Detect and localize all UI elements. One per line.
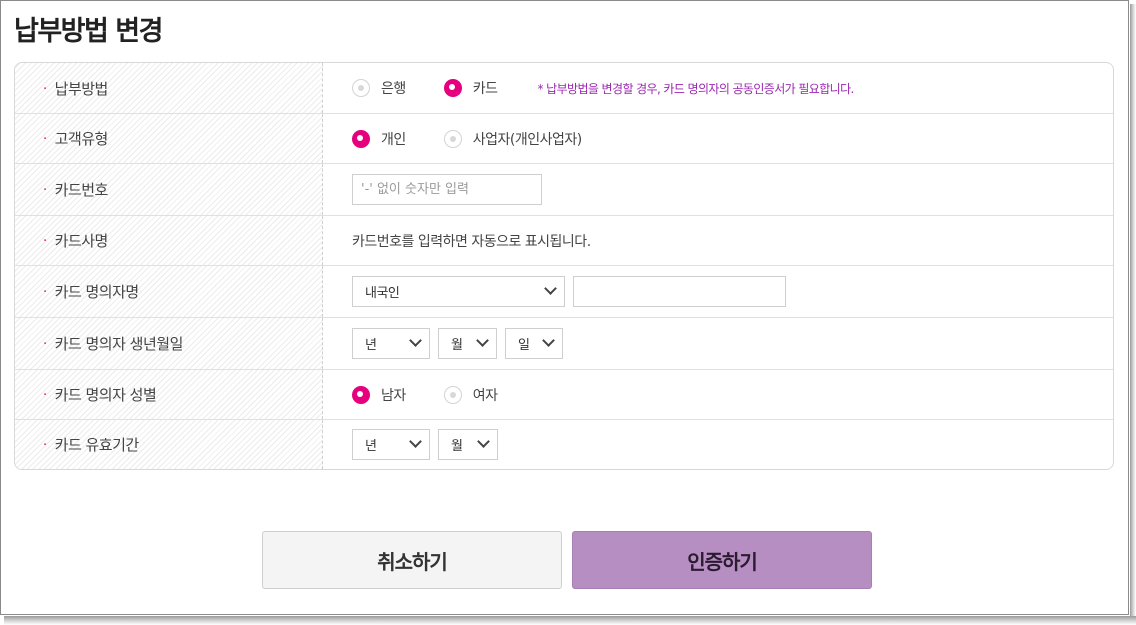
row-header: · 카드 유효기간 bbox=[15, 420, 323, 469]
expiry-month-select[interactable]: 월 bbox=[438, 429, 498, 460]
chevron-down-icon bbox=[409, 435, 422, 448]
window-shadow-right bbox=[1130, 4, 1136, 625]
row-content: 남자 여자 bbox=[323, 370, 1113, 419]
row-header: · 고객유형 bbox=[15, 114, 323, 163]
bullet-icon: · bbox=[43, 438, 47, 453]
select-value: 내국인 bbox=[365, 286, 400, 301]
row-card-holder-name: · 카드 명의자명 내국인 bbox=[15, 265, 1113, 317]
row-content: 은행 카드 * 납부방법을 변경할 경우, 카드 명의자의 공동인증서가 필요합… bbox=[323, 63, 1113, 113]
radio-label: 개인 bbox=[381, 131, 406, 148]
row-label: 카드 명의자 성별 bbox=[54, 386, 157, 404]
radio-card[interactable]: 카드 bbox=[443, 78, 498, 98]
radio-business[interactable]: 사업자(개인사업자) bbox=[443, 129, 582, 149]
row-card-holder-birth: · 카드 명의자 생년월일 년 월 일 bbox=[15, 317, 1113, 369]
radio-selected-icon bbox=[352, 129, 370, 148]
birth-month-select[interactable]: 월 bbox=[438, 328, 497, 359]
row-payment-method: · 납부방법 은행 카드 * 납부방법을 변경할 경우, 카드 명의자의 공동인… bbox=[15, 63, 1113, 113]
row-header: · 카드 명의자 성별 bbox=[15, 370, 323, 419]
row-card-expiry: · 카드 유효기간 년 월 bbox=[15, 419, 1113, 469]
radio-individual[interactable]: 개인 bbox=[352, 129, 406, 149]
card-holder-name-input[interactable] bbox=[573, 276, 786, 307]
card-number-input[interactable] bbox=[352, 174, 542, 205]
radio-male[interactable]: 남자 bbox=[352, 385, 406, 405]
row-header: · 카드 명의자 생년월일 bbox=[15, 318, 323, 369]
birth-year-select[interactable]: 년 bbox=[352, 328, 430, 359]
radio-circle-icon bbox=[443, 385, 462, 404]
row-customer-type: · 고객유형 개인 사업자(개인사업자) bbox=[15, 113, 1113, 163]
row-content: 년 월 일 bbox=[323, 318, 1113, 369]
radio-label: 사업자(개인사업자) bbox=[472, 131, 582, 148]
select-value: 일 bbox=[518, 338, 530, 353]
card-company-text: 카드번호를 입력하면 자동으로 표시됩니다. bbox=[352, 233, 591, 250]
chevron-down-icon bbox=[476, 334, 489, 347]
bullet-icon: · bbox=[43, 81, 47, 97]
row-label: 카드번호 bbox=[54, 181, 109, 199]
row-card-company: · 카드사명 카드번호를 입력하면 자동으로 표시됩니다. bbox=[15, 215, 1113, 265]
chevron-down-icon bbox=[544, 282, 557, 295]
expiry-year-select[interactable]: 년 bbox=[352, 429, 430, 460]
row-header: · 카드사명 bbox=[15, 216, 323, 265]
row-card-holder-gender: · 카드 명의자 성별 남자 여자 bbox=[15, 369, 1113, 419]
select-value: 년 bbox=[365, 338, 377, 353]
bullet-icon: · bbox=[43, 388, 47, 403]
page-title: 납부방법 변경 bbox=[14, 16, 163, 47]
payment-form: · 납부방법 은행 카드 * 납부방법을 변경할 경우, 카드 명의자의 공동인… bbox=[14, 62, 1114, 470]
row-content: 내국인 bbox=[323, 266, 1113, 317]
row-header: · 납부방법 bbox=[15, 63, 323, 113]
bullet-icon: · bbox=[43, 337, 47, 352]
row-content: 년 월 bbox=[323, 420, 1113, 469]
bullet-icon: · bbox=[43, 285, 47, 300]
bullet-icon: · bbox=[43, 183, 47, 198]
select-value: 년 bbox=[365, 439, 377, 454]
radio-bank[interactable]: 은행 bbox=[352, 78, 406, 98]
radio-circle-icon bbox=[443, 129, 462, 148]
bullet-icon: · bbox=[43, 132, 47, 147]
payment-method-note: * 납부방법을 변경할 경우, 카드 명의자의 공동인증서가 필요합니다. bbox=[537, 81, 855, 96]
row-label: 카드 명의자 생년월일 bbox=[54, 335, 184, 353]
select-value: 월 bbox=[451, 338, 463, 353]
row-card-number: · 카드번호 bbox=[15, 163, 1113, 215]
row-label: 카드 명의자명 bbox=[54, 283, 140, 301]
radio-label: 은행 bbox=[381, 81, 406, 97]
row-content: 개인 사업자(개인사업자) bbox=[323, 114, 1113, 163]
window-shadow-bottom bbox=[4, 616, 1136, 625]
row-label: 고객유형 bbox=[54, 130, 109, 148]
row-header: · 카드 명의자명 bbox=[15, 266, 323, 317]
radio-label: 남자 bbox=[381, 387, 406, 404]
radio-selected-icon bbox=[352, 385, 370, 404]
radio-label: 카드 bbox=[472, 81, 498, 97]
row-content bbox=[323, 164, 1113, 215]
cancel-button[interactable]: 취소하기 bbox=[262, 531, 562, 589]
dialog-window: 납부방법 변경 · 납부방법 은행 카드 * 납부방법을 변경할 경우, 카드 … bbox=[0, 0, 1129, 615]
nationality-select[interactable]: 내국인 bbox=[352, 276, 565, 307]
radio-circle-icon bbox=[352, 79, 370, 97]
radio-label: 여자 bbox=[472, 387, 498, 404]
row-header: · 카드번호 bbox=[15, 164, 323, 215]
select-value: 월 bbox=[451, 439, 463, 454]
chevron-down-icon bbox=[409, 334, 422, 347]
row-content: 카드번호를 입력하면 자동으로 표시됩니다. bbox=[323, 216, 1113, 265]
birth-day-select[interactable]: 일 bbox=[505, 328, 563, 359]
row-label: 납부방법 bbox=[54, 79, 109, 98]
bullet-icon: · bbox=[43, 234, 47, 249]
chevron-down-icon bbox=[477, 435, 490, 448]
authenticate-button[interactable]: 인증하기 bbox=[572, 531, 872, 589]
radio-selected-icon bbox=[443, 79, 462, 97]
row-label: 카드 유효기간 bbox=[54, 436, 140, 454]
chevron-down-icon bbox=[542, 334, 555, 347]
radio-female[interactable]: 여자 bbox=[443, 385, 498, 405]
row-label: 카드사명 bbox=[54, 232, 109, 250]
